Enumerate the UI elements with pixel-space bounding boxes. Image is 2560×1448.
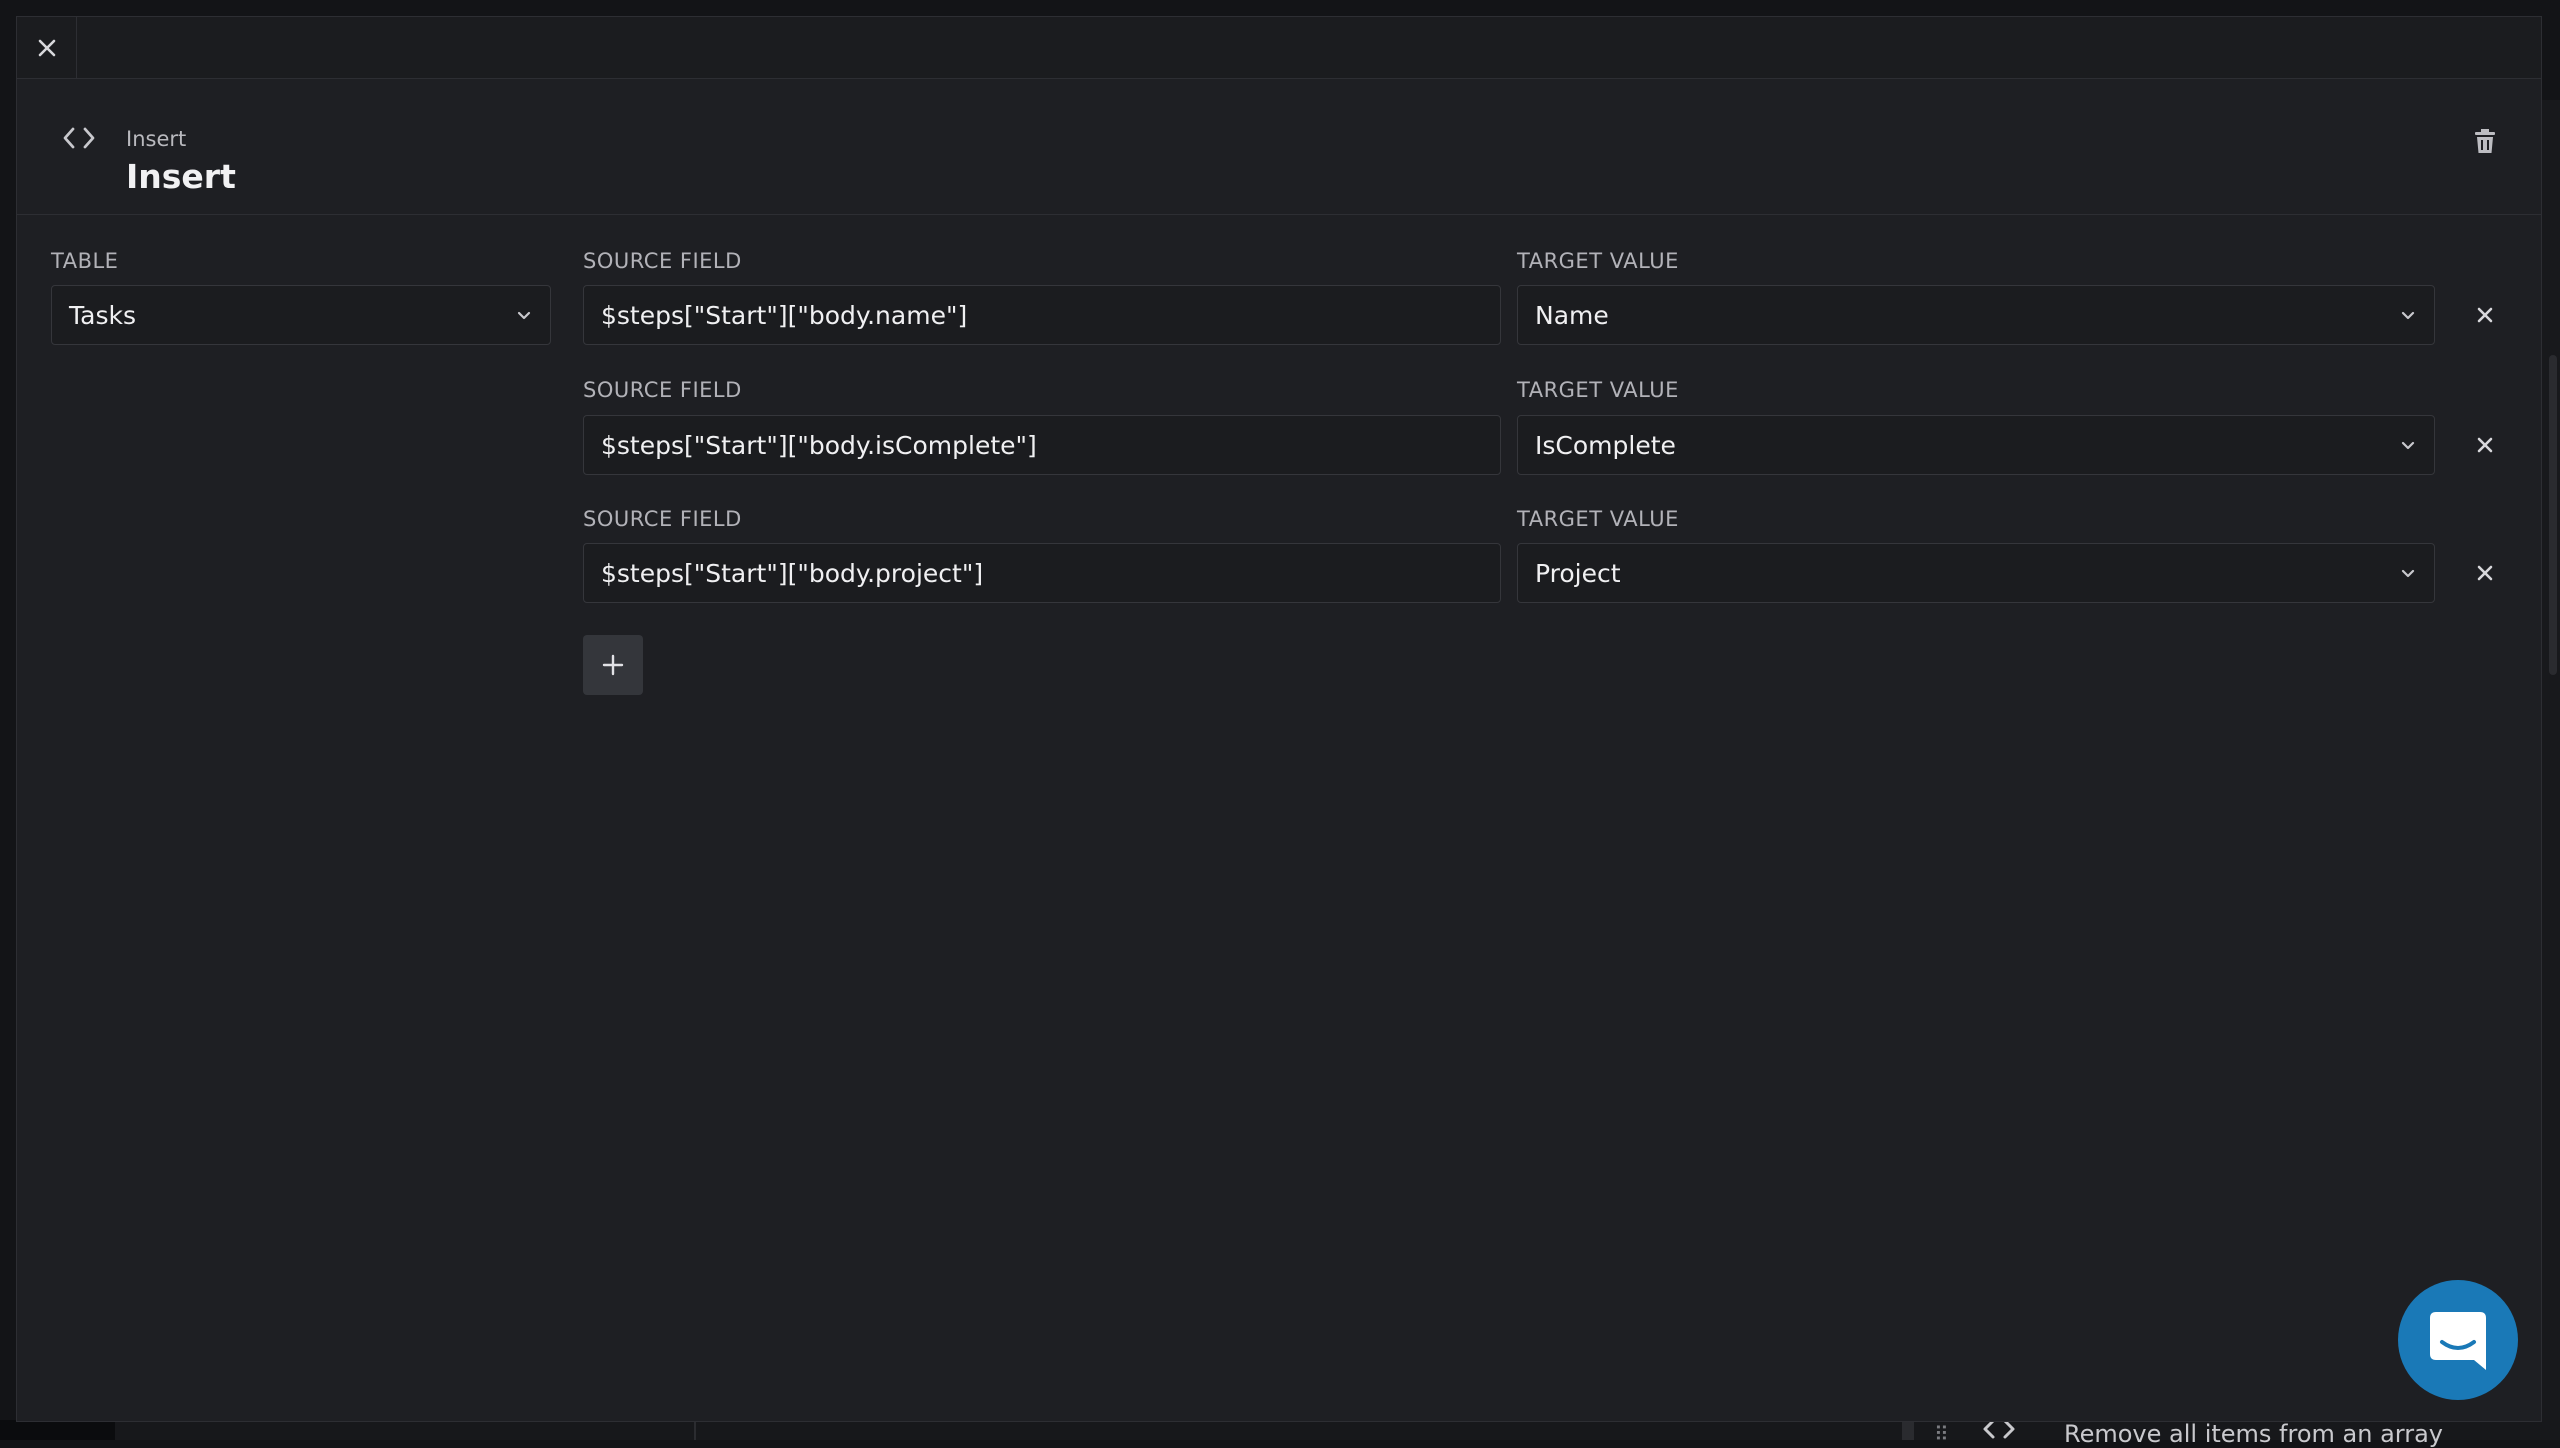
target-value-select-value: Project (1535, 559, 1621, 588)
background-divider-2 (1902, 1420, 1914, 1440)
add-mapping-button[interactable] (583, 635, 643, 695)
background-scrollbar[interactable] (2549, 355, 2557, 675)
close-icon (38, 39, 56, 57)
target-value-select[interactable]: IsComplete (1517, 415, 2435, 475)
target-value-select[interactable]: Name (1517, 285, 2435, 345)
target-value-label: TARGET VALUE (1517, 378, 1679, 402)
chevron-down-icon (514, 306, 534, 326)
background-dark-segment (0, 1420, 115, 1440)
table-select[interactable]: Tasks (51, 285, 551, 345)
step-title: Insert (126, 157, 236, 197)
source-field-label: SOURCE FIELD (583, 507, 742, 531)
background-panel-edge (2542, 100, 2560, 1440)
table-select-value: Tasks (69, 301, 136, 330)
source-field-label: SOURCE FIELD (583, 249, 742, 273)
background-divider (694, 1420, 696, 1440)
chevron-down-icon (2398, 564, 2418, 584)
close-icon (2477, 437, 2493, 453)
modal-topbar (17, 17, 2541, 79)
plus-icon (602, 654, 624, 676)
target-value-label: TARGET VALUE (1517, 507, 1679, 531)
source-field-input[interactable] (583, 415, 1501, 475)
close-button[interactable] (17, 17, 77, 79)
step-header: Insert Insert (17, 79, 2541, 215)
target-value-label: TARGET VALUE (1517, 249, 1679, 273)
close-icon (2477, 307, 2493, 323)
source-field-label: SOURCE FIELD (583, 378, 742, 402)
source-field-input[interactable] (583, 543, 1501, 603)
chevron-down-icon (2398, 306, 2418, 326)
remove-mapping-button[interactable] (2469, 557, 2501, 589)
table-label: TABLE (51, 249, 118, 273)
remove-mapping-button[interactable] (2469, 429, 2501, 461)
remove-mapping-button[interactable] (2469, 299, 2501, 331)
source-field-input[interactable] (583, 285, 1501, 345)
code-icon (61, 125, 97, 151)
close-icon (2477, 565, 2493, 581)
insert-step-modal: Insert Insert TABLE Tasks SOURCE FIELD T… (16, 16, 2542, 1422)
drag-handle-icon[interactable]: ⠿ (1934, 1422, 1949, 1446)
trash-icon (2475, 129, 2495, 153)
target-value-select[interactable]: Project (1517, 543, 2435, 603)
target-value-select-value: IsComplete (1535, 431, 1676, 460)
chat-launcher-button[interactable] (2398, 1280, 2518, 1400)
background-step-title: Remove all items from an array (2064, 1420, 2443, 1448)
step-type-label: Insert (126, 127, 186, 151)
delete-step-button[interactable] (2469, 125, 2501, 157)
chevron-down-icon (2398, 436, 2418, 456)
chat-icon (2428, 1308, 2488, 1372)
target-value-select-value: Name (1535, 301, 1609, 330)
